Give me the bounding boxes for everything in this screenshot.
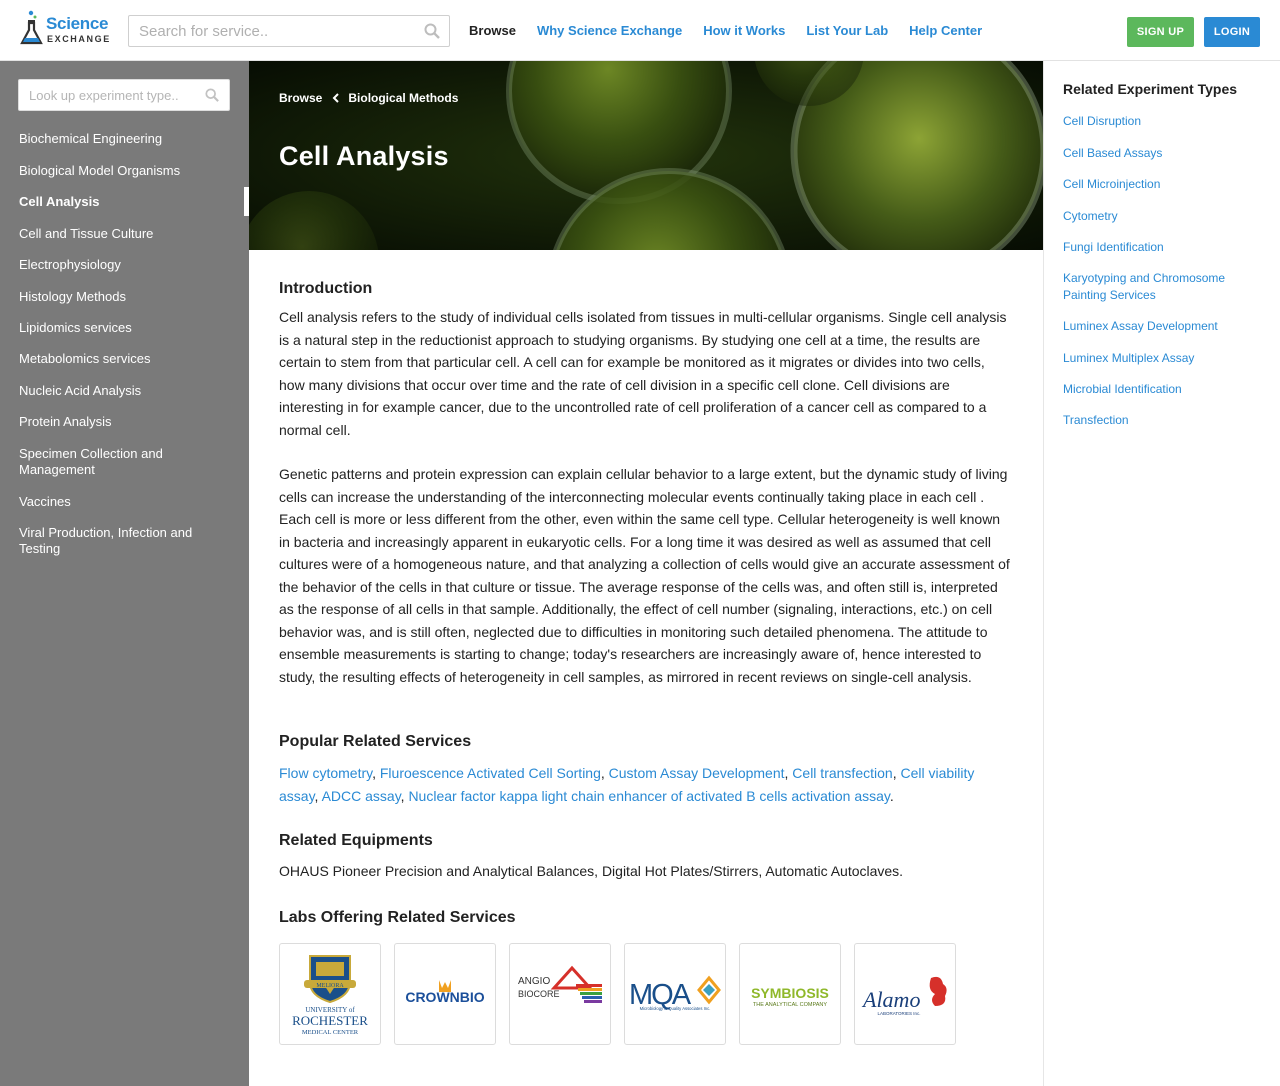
intro-paragraph-1: Cell analysis refers to the study of ind…: [279, 309, 1007, 438]
nav-why-science-exchange[interactable]: Why Science Exchange: [537, 23, 682, 38]
related-link-transfection[interactable]: Transfection: [1063, 412, 1129, 429]
top-header: Science EXCHANGE Browse Why Science Exch…: [0, 0, 1280, 61]
lab-logo-motto: MELIORA: [316, 983, 344, 989]
lab-card-symbiosis[interactable]: SYMBIOSIS THE ANALYTICAL COMPANY: [739, 943, 841, 1045]
breadcrumb: Browse Biological Methods: [279, 91, 458, 105]
sidebar-item-histology-methods[interactable]: Histology Methods: [19, 289, 229, 305]
flask-icon: [20, 10, 43, 45]
related-link-cell-based-assays[interactable]: Cell Based Assays: [1063, 145, 1162, 162]
related-link-microbial-identification[interactable]: Microbial Identification: [1063, 381, 1182, 398]
service-link-custom-assay-development[interactable]: Custom Assay Development: [609, 765, 785, 781]
sidebar-item-nucleic-acid-analysis[interactable]: Nucleic Acid Analysis: [19, 383, 229, 399]
university-of-rochester-logo: MELIORA UNIVERSITY of ROCHESTER MEDICAL …: [292, 955, 368, 1036]
related-link-cell-microinjection[interactable]: Cell Microinjection: [1063, 176, 1160, 193]
chevron-left-icon: [332, 93, 340, 103]
lab-card-university-of-rochester[interactable]: MELIORA UNIVERSITY of ROCHESTER MEDICAL …: [279, 943, 381, 1045]
page-title: Cell Analysis: [279, 141, 449, 171]
search-icon[interactable]: [424, 23, 440, 39]
sidebar-item-lipidomics-services[interactable]: Lipidomics services: [19, 320, 229, 336]
sidebar-item-biochemical-engineering[interactable]: Biochemical Engineering: [19, 131, 229, 147]
service-search-box: [128, 15, 450, 47]
signup-button[interactable]: SIGN UP: [1127, 17, 1194, 47]
sidebar-item-electrophysiology[interactable]: Electrophysiology: [19, 257, 229, 273]
popular-services-heading: Popular Related Services: [279, 733, 472, 750]
sidebar-item-specimen-collection[interactable]: Specimen Collection and Management: [19, 446, 209, 478]
lab-logo-text: CROWNBIO: [405, 989, 484, 1005]
related-link-cytometry[interactable]: Cytometry: [1063, 208, 1118, 225]
service-link-nf-kb-activation-assay[interactable]: Nuclear factor kappa light chain enhance…: [408, 788, 889, 804]
related-equipments-heading: Related Equipments: [279, 832, 433, 849]
science-exchange-logo[interactable]: Science EXCHANGE: [20, 10, 112, 48]
symbiosis-logo: SYMBIOSIS THE ANALYTICAL COMPANY: [751, 985, 829, 1008]
lab-logo-text-line2: ROCHESTER: [292, 1013, 368, 1028]
introduction-heading: Introduction: [279, 280, 373, 297]
intro-paragraph-2: Genetic patterns and protein expression …: [279, 466, 1010, 685]
lab-logo-text-line2: BIOCORE: [518, 989, 560, 999]
related-link-luminex-multiplex-assay[interactable]: Luminex Multiplex Assay: [1063, 350, 1194, 367]
nav-how-it-works[interactable]: How it Works: [703, 23, 785, 38]
service-search-input[interactable]: [129, 16, 409, 46]
lab-logo-text-line1: ANGIO: [518, 976, 550, 987]
lab-card-angio-biocore[interactable]: ANGIO BIOCORE: [509, 943, 611, 1045]
related-link-luminex-assay-development[interactable]: Luminex Assay Development: [1063, 318, 1218, 335]
experiment-search-input[interactable]: [19, 80, 189, 110]
alamo-logo: Alamo LABORATORIES Inc.: [861, 976, 947, 1016]
sidebar-item-viral-production[interactable]: Viral Production, Infection and Testing: [19, 525, 209, 557]
sidebar-item-vaccines[interactable]: Vaccines: [19, 494, 229, 510]
service-link-flow-cytometry[interactable]: Flow cytometry: [279, 765, 372, 781]
nav-help-center[interactable]: Help Center: [909, 23, 982, 38]
lab-logo-text-line1: Alamo: [861, 987, 920, 1012]
hero-banner: Browse Biological Methods Cell Analysis: [249, 61, 1043, 250]
lab-card-mqa[interactable]: MQA Microbiology & Quality Associates In…: [624, 943, 726, 1045]
sidebar-item-metabolomics-services[interactable]: Metabolomics services: [19, 351, 229, 367]
breadcrumb-biological-methods[interactable]: Biological Methods: [348, 91, 458, 105]
mqa-logo: MQA Microbiology & Quality Associates In…: [629, 975, 721, 1011]
nav-list-your-lab[interactable]: List Your Lab: [806, 23, 888, 38]
related-experiment-types-panel: Related Experiment Types Cell Disruption…: [1043, 61, 1280, 1086]
nav-browse[interactable]: Browse: [469, 23, 516, 38]
lab-card-alamo[interactable]: Alamo LABORATORIES Inc.: [854, 943, 956, 1045]
related-link-cell-disruption[interactable]: Cell Disruption: [1063, 113, 1141, 130]
related-link-karyotyping[interactable]: Karyotyping and Chromosome Painting Serv…: [1063, 270, 1243, 304]
angio-biocore-logo: ANGIO BIOCORE: [518, 965, 602, 1003]
service-link-adcc-assay[interactable]: ADCC assay: [322, 788, 401, 804]
left-sidebar: Biochemical Engineering Biological Model…: [0, 61, 249, 1086]
related-experiment-types-heading: Related Experiment Types: [1063, 81, 1238, 97]
breadcrumb-browse[interactable]: Browse: [279, 91, 322, 105]
crownbio-logo: CROWNBIO: [405, 980, 485, 1005]
sidebar-item-cell-analysis[interactable]: Cell Analysis: [19, 194, 229, 210]
lab-logo-text-line3: MEDICAL CENTER: [302, 1029, 359, 1036]
experiment-search-box: [18, 79, 230, 111]
introduction-text: Cell analysis refers to the study of ind…: [279, 306, 1014, 702]
lab-logo-text-line2: Microbiology & Quality Associates Inc.: [640, 1006, 711, 1011]
labs-heading: Labs Offering Related Services: [279, 909, 516, 926]
related-equipments-text: OHAUS Pioneer Precision and Analytical B…: [279, 863, 904, 879]
labs-logo-row: MELIORA UNIVERSITY of ROCHESTER MEDICAL …: [279, 943, 956, 1045]
sidebar-item-protein-analysis[interactable]: Protein Analysis: [19, 414, 229, 430]
sidebar-item-cell-and-tissue-culture[interactable]: Cell and Tissue Culture: [19, 226, 229, 242]
search-icon[interactable]: [205, 88, 219, 102]
lab-logo-text-line2: LABORATORIES Inc.: [877, 1011, 920, 1016]
lab-logo-text-line1: SYMBIOSIS: [751, 985, 829, 1001]
logo-text-exchange: EXCHANGE: [47, 34, 111, 44]
related-link-fungi-identification[interactable]: Fungi Identification: [1063, 239, 1164, 256]
sidebar-item-biological-model-organisms[interactable]: Biological Model Organisms: [19, 163, 229, 179]
login-button[interactable]: LOGIN: [1204, 17, 1260, 47]
service-link-facs[interactable]: Fluroescence Activated Cell Sorting: [380, 765, 601, 781]
main-nav: Browse Why Science Exchange How it Works…: [469, 23, 1003, 38]
lab-card-crownbio[interactable]: CROWNBIO: [394, 943, 496, 1045]
service-link-cell-transfection[interactable]: Cell transfection: [792, 765, 892, 781]
lab-logo-text-line2: THE ANALYTICAL COMPANY: [753, 1002, 827, 1008]
popular-services-list: Flow cytometry, Fluroescence Activated C…: [279, 765, 975, 804]
logo-text-science: Science: [46, 14, 109, 33]
